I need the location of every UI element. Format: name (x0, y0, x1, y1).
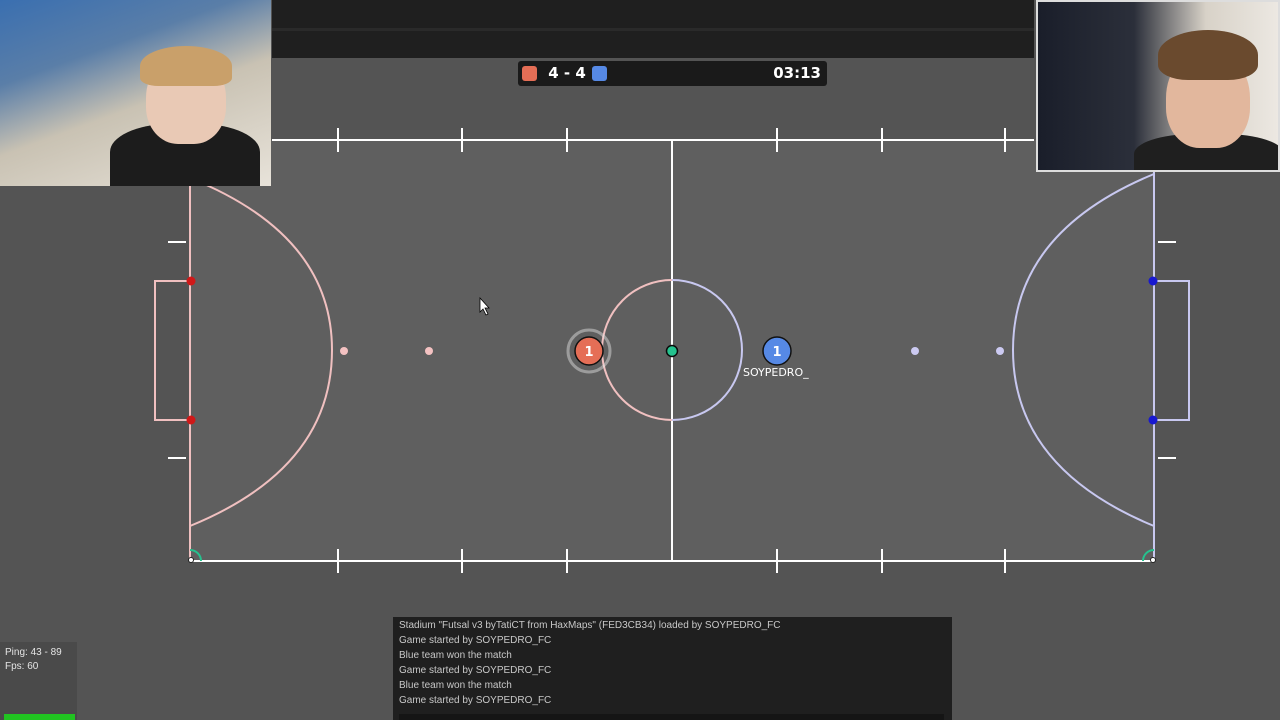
webcam-right (1036, 0, 1280, 172)
corner-point (1150, 557, 1156, 563)
red-team-indicator (522, 66, 537, 81)
chat-message: Game started by SOYPEDRO_FC (399, 635, 552, 646)
blue-player-number: 1 (772, 345, 781, 360)
ping-graph (4, 714, 75, 720)
penalty-spot (425, 347, 433, 355)
blue-goal-post (1148, 415, 1158, 425)
blue-goal (1154, 280, 1190, 421)
red-goal (154, 280, 190, 421)
chat-message: Blue team won the match (399, 680, 512, 691)
red-goal-post (186, 415, 196, 425)
red-goal-post (186, 276, 196, 286)
penalty-spot (340, 347, 348, 355)
blue-team-indicator (592, 66, 607, 81)
score-text: 4 - 4 (548, 64, 586, 82)
match-timer: 03:13 (773, 64, 821, 82)
red-player-number: 1 (584, 345, 593, 360)
blue-player-name: SOYPEDRO_ (743, 366, 809, 379)
network-stats: Ping: 43 - 89 Fps: 60 (0, 642, 77, 720)
corner-point (188, 557, 194, 563)
chat-message: Blue team won the match (399, 650, 512, 661)
chat-message: Stadium "Futsal v3 byTatiCT from HaxMaps… (399, 620, 781, 631)
ping-text: Ping: 43 - 89 (5, 647, 62, 658)
chat-message: Game started by SOYPEDRO_FC (399, 665, 552, 676)
penalty-spot (996, 347, 1004, 355)
chat-input[interactable] (399, 714, 944, 720)
penalty-spot (911, 347, 919, 355)
webcam-person-hair (140, 46, 232, 86)
scoreboard: 4 - 4 03:13 (518, 61, 827, 86)
webcam-left (0, 0, 271, 186)
blue-goal-post (1148, 276, 1158, 286)
chat-message: Game started by SOYPEDRO_FC (399, 695, 552, 706)
webcam-person-hair (1158, 30, 1258, 80)
chat-panel: Stadium "Futsal v3 byTatiCT from HaxMaps… (393, 617, 952, 720)
fps-text: Fps: 60 (5, 661, 39, 672)
ball (665, 344, 679, 358)
